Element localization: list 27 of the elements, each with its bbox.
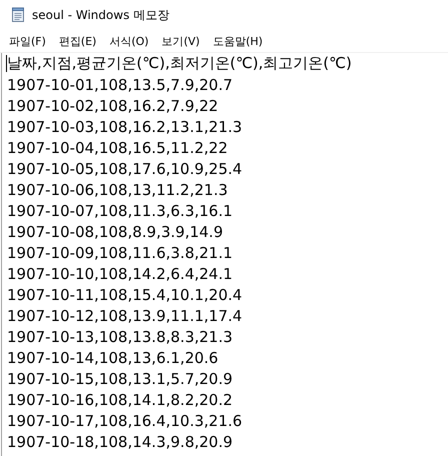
- menu-item[interactable]: 서식(O): [109, 34, 149, 48]
- notepad-icon: [10, 7, 26, 23]
- text-line: 1907-10-09,108,11.6,3.8,21.1: [7, 244, 233, 262]
- text-line: 1907-10-01,108,13.5,7.9,20.7: [7, 76, 233, 94]
- text-line: 1907-10-10,108,14.2,6.4,24.1: [7, 264, 233, 282]
- text-line: 1907-10-15,108,13.1,5.7,20.9: [7, 370, 233, 388]
- text-line: 1907-10-11,108,15.4,10.1,20.4: [7, 286, 242, 304]
- window-title: seoul - Windows 메모장: [32, 6, 170, 24]
- text-line: 1907-10-18,108,14.3,9.8,20.9: [7, 432, 233, 450]
- text-line: 날짜,지점,평균기온(℃),최저기온(℃),최고기온(℃): [7, 54, 352, 73]
- menu-item[interactable]: 도움말(H): [212, 34, 263, 48]
- menu-item[interactable]: 보기(V): [162, 34, 200, 48]
- text-line: 1907-10-07,108,11.3,6.3,16.1: [7, 202, 233, 220]
- text-line: 1907-10-06,108,13,11.2,21.3: [7, 180, 228, 198]
- text-line: 1907-10-05,108,17.6,10.9,25.4: [7, 160, 242, 178]
- menu-item[interactable]: 편집(E): [58, 34, 96, 48]
- text-line: 1907-10-13,108,13.8,8.3,21.3: [7, 328, 233, 346]
- text-line: 1907-10-04,108,16.5,11.2,22: [7, 138, 228, 156]
- menu-item[interactable]: 파일(F): [9, 34, 46, 48]
- text-line: 1907-10-12,108,13.9,11.1,17.4: [7, 306, 242, 324]
- text-line: 1907-10-17,108,16.4,10.3,21.6: [7, 412, 242, 430]
- text-line: 1907-10-14,108,13,6.1,20.6: [7, 348, 218, 366]
- text-line: 1907-10-08,108,8.9,3.9,14.9: [7, 222, 223, 240]
- text-line: 1907-10-16,108,14.1,8.2,20.2: [7, 390, 233, 408]
- text-cursor: [6, 55, 7, 72]
- text-line: 1907-10-02,108,16.2,7.9,22: [7, 96, 218, 114]
- text-line: 1907-10-03,108,16.2,13.1,21.3: [7, 118, 242, 136]
